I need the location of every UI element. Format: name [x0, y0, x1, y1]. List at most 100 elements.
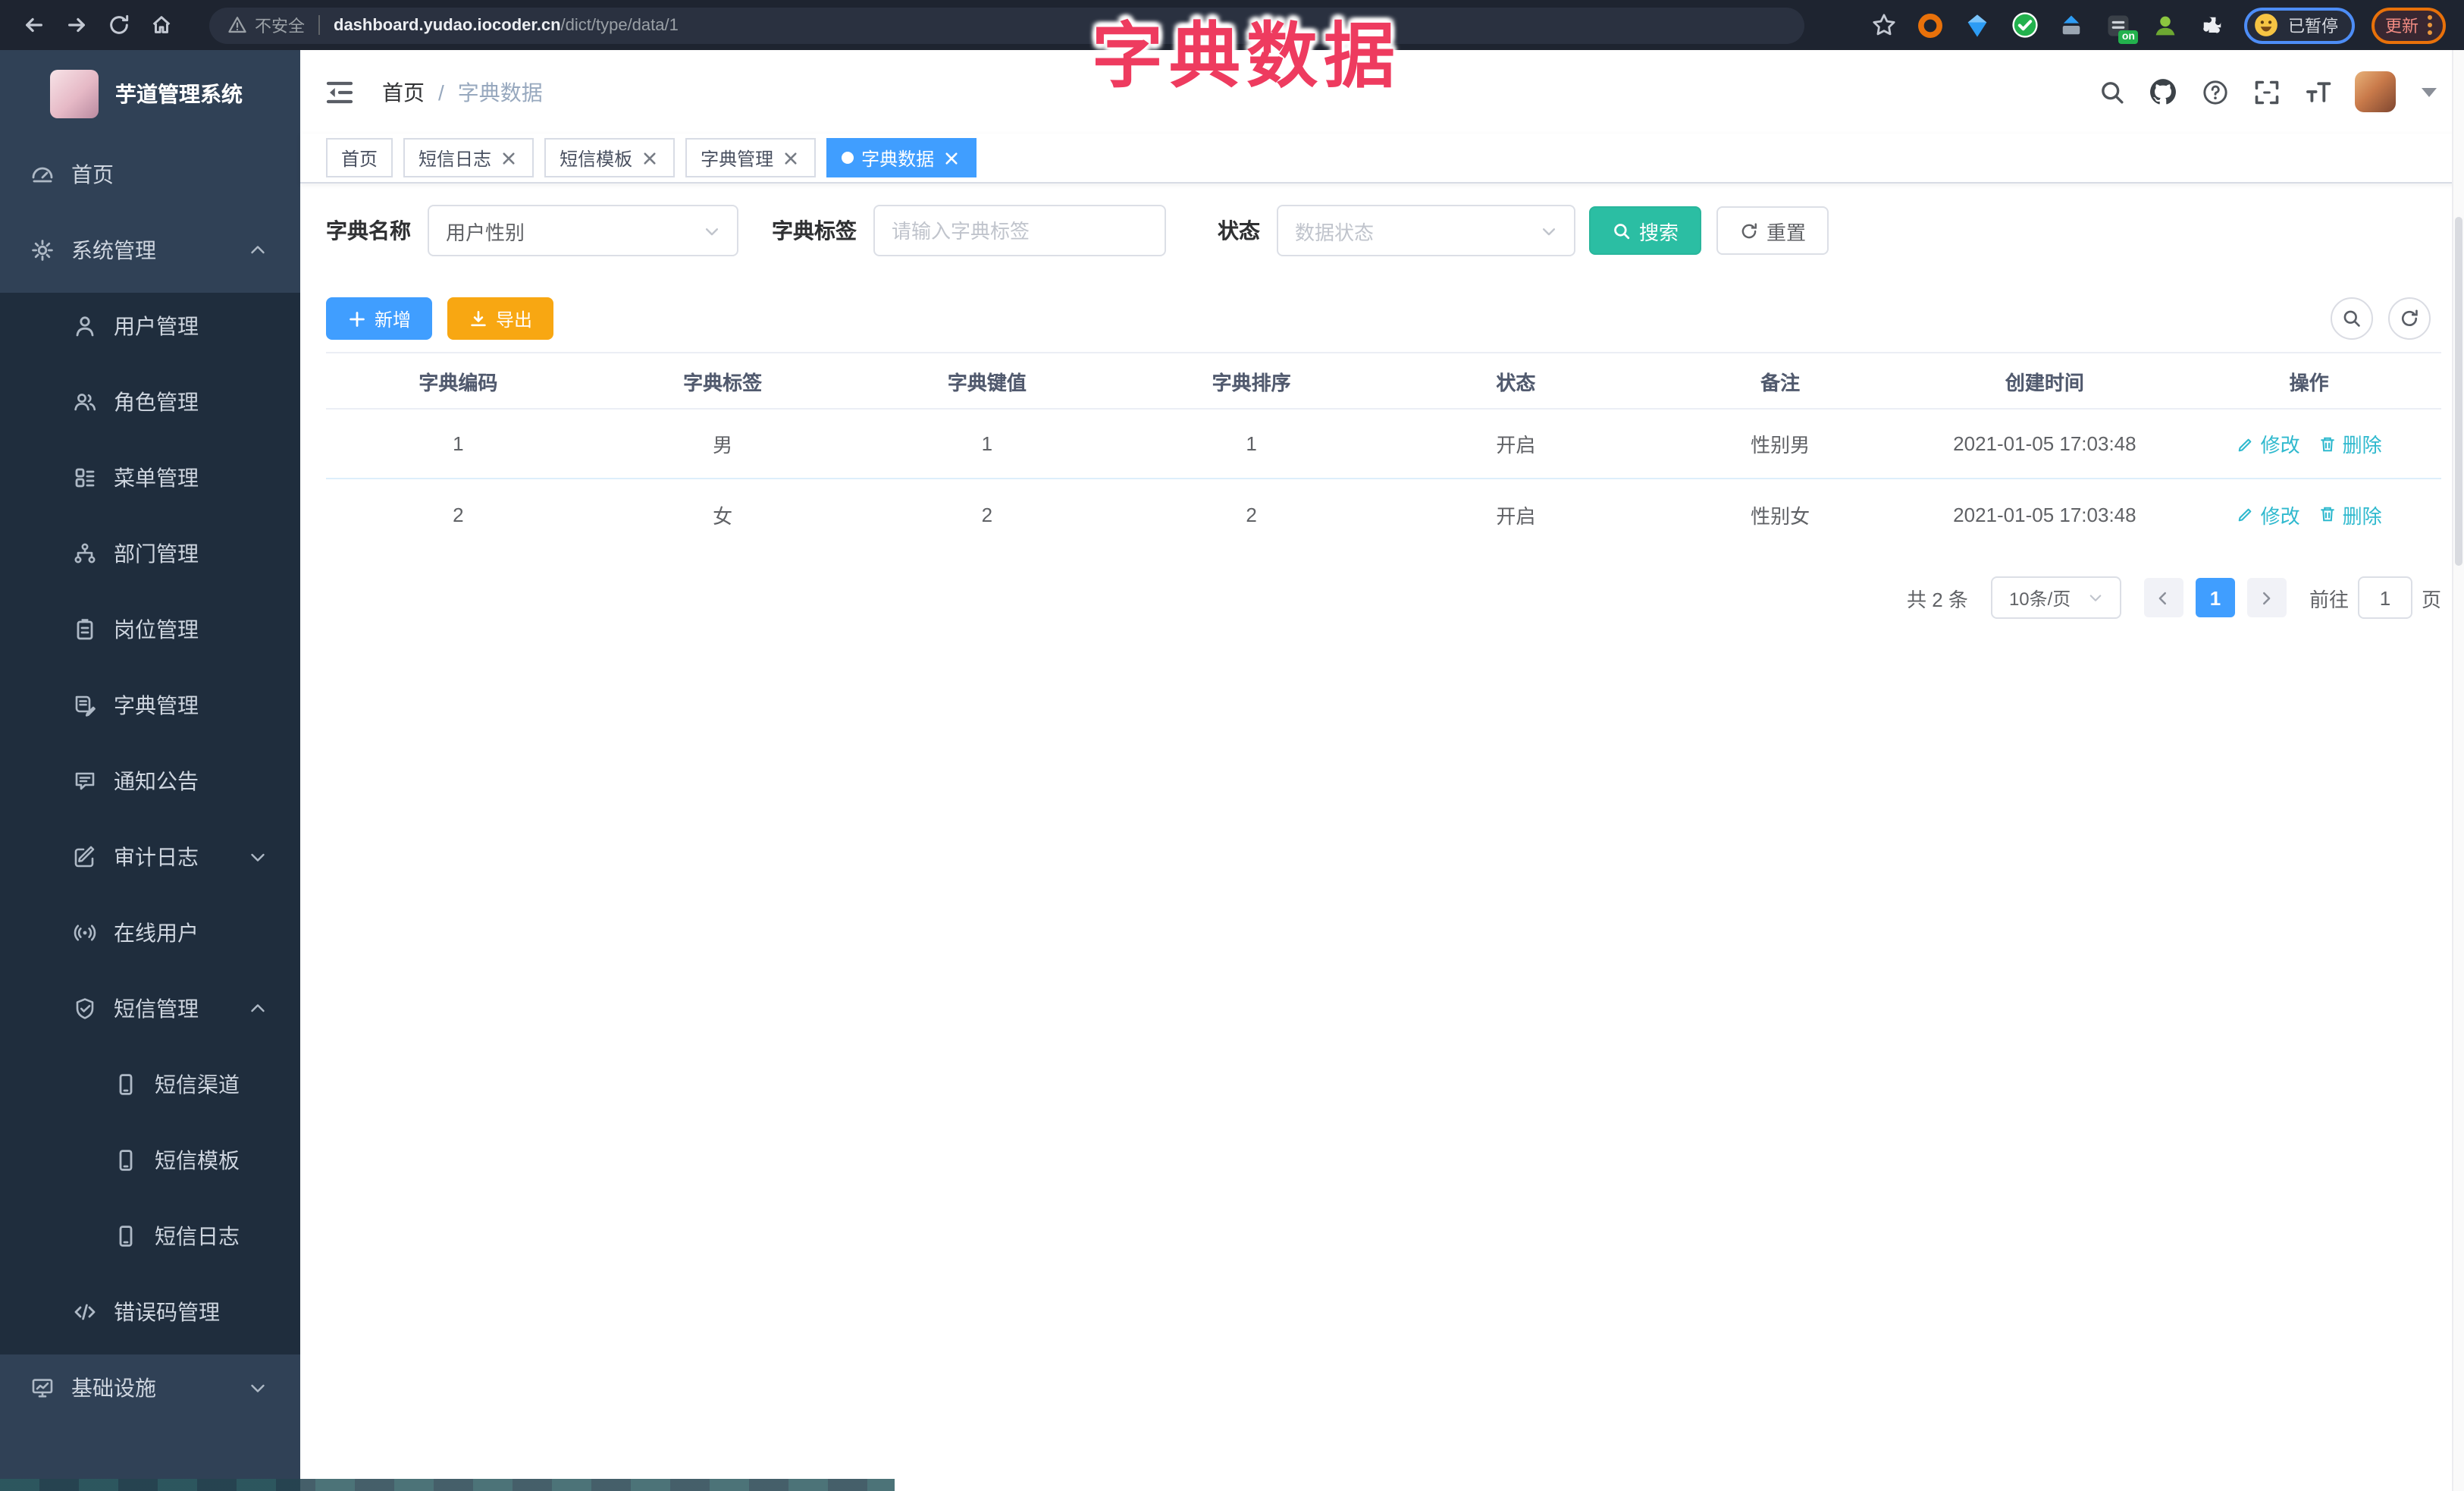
help-icon[interactable]: [2200, 77, 2229, 106]
sidebar-item-role-mgmt[interactable]: 角色管理: [0, 364, 300, 440]
message-icon: [73, 769, 97, 793]
extension-gem-icon[interactable]: [1962, 10, 1992, 40]
dict-label-input[interactable]: [873, 205, 1166, 256]
pencil-icon: [2238, 508, 2251, 522]
chevron-down-icon: [2088, 590, 2103, 605]
profile-status-label: 已暂停: [2288, 17, 2338, 36]
sidebar-item-audit-log[interactable]: 审计日志: [0, 819, 300, 895]
sidebar-item-dict-mgmt[interactable]: 字典管理: [0, 667, 300, 743]
fullscreen-icon[interactable]: [2252, 77, 2281, 106]
extension-avatar-icon[interactable]: [2150, 10, 2180, 40]
app-sidebar: 芋道管理系统 首页 系统管理 用户管理 角色管理 菜单管理 部门管理 岗位管理 …: [0, 50, 300, 1491]
user-avatar[interactable]: [2355, 71, 2396, 112]
search-button[interactable]: 搜索: [1589, 206, 1702, 255]
browser-reload-button[interactable]: [100, 7, 136, 43]
sidebar-item-sms-mgmt[interactable]: 短信管理: [0, 971, 300, 1047]
address-bar[interactable]: 不安全 dashboard.yudao.iocoder.cn /dict/typ…: [209, 7, 1804, 43]
close-icon[interactable]: [499, 148, 519, 168]
sidebar-item-online-users[interactable]: 在线用户: [0, 895, 300, 971]
tab-dict-data[interactable]: 字典数据: [826, 138, 977, 177]
browser-menu-kebab-icon[interactable]: [2428, 12, 2432, 38]
github-icon[interactable]: [2149, 77, 2177, 106]
emoji-avatar-icon: [2255, 14, 2277, 36]
star-icon: [1872, 14, 1895, 36]
col-dict-sort: 字典排序: [1119, 353, 1384, 410]
arrow-left-icon: [25, 17, 42, 33]
page-size-select[interactable]: 10条/页: [1990, 576, 2121, 619]
chevron-up-icon: [249, 241, 267, 259]
extension-orange-icon[interactable]: [1915, 10, 1945, 40]
refresh-button[interactable]: [2388, 297, 2431, 340]
add-button[interactable]: 新增: [326, 297, 433, 340]
extension-tampermonkey-icon[interactable]: on: [2103, 10, 2138, 43]
search-icon[interactable]: [2097, 77, 2126, 106]
dict-label-label: 字典标签: [772, 218, 857, 243]
tab-home[interactable]: 首页: [326, 138, 393, 177]
status-select[interactable]: 数据状态: [1277, 205, 1575, 256]
sidebar-item-sms-template[interactable]: 短信模板: [0, 1122, 300, 1198]
col-created: 创建时间: [1912, 353, 2177, 410]
close-icon[interactable]: [640, 148, 660, 168]
page-scrollbar[interactable]: [2452, 50, 2464, 1491]
sidebar-item-notice[interactable]: 通知公告: [0, 743, 300, 819]
prev-page-button[interactable]: [2143, 578, 2183, 617]
close-icon[interactable]: [942, 148, 961, 168]
shield-check-icon: [73, 997, 97, 1021]
edit-link[interactable]: 修改: [2237, 429, 2300, 458]
edit-link[interactable]: 修改: [2237, 500, 2300, 529]
browser-profile-chip[interactable]: 已暂停: [2244, 7, 2355, 43]
divider: [318, 15, 320, 35]
tab-sms-log[interactable]: 短信日志: [403, 138, 534, 177]
dict-name-select[interactable]: 用户性别: [428, 205, 738, 256]
phone-icon: [114, 1224, 138, 1248]
extension-adguard-icon[interactable]: [2009, 10, 2039, 40]
refresh-icon: [1741, 222, 1757, 238]
sidebar-item-sms-channel[interactable]: 短信渠道: [0, 1047, 300, 1122]
browser-update-button[interactable]: 更新: [2372, 7, 2446, 43]
sidebar-item-system-mgmt[interactable]: 系统管理: [0, 212, 300, 288]
avatar-dropdown-caret-icon[interactable]: [2422, 87, 2437, 96]
sidebar-item-user-mgmt[interactable]: 用户管理: [0, 288, 300, 364]
sidebar-item-error-code[interactable]: 错误码管理: [0, 1274, 300, 1350]
goto-page-input[interactable]: [2357, 576, 2412, 619]
browser-home-button[interactable]: [143, 7, 179, 43]
breadcrumb-current: 字典数据: [457, 80, 543, 104]
dict-data-table: 字典编码 字典标签 字典键值 字典排序 状态 备注 创建时间 操作 1 男 1 …: [326, 352, 2441, 549]
bookmark-star-icon[interactable]: [1868, 10, 1898, 40]
close-icon[interactable]: [781, 148, 801, 168]
blue-gem-icon: [1967, 14, 1987, 36]
extensions-puzzle-icon[interactable]: [2197, 10, 2227, 40]
reset-button[interactable]: 重置: [1716, 206, 1829, 255]
extension-stack-icon[interactable]: [2056, 10, 2086, 40]
delete-link[interactable]: 删除: [2318, 500, 2382, 529]
sidebar-item-post-mgmt[interactable]: 岗位管理: [0, 592, 300, 667]
browser-back-button[interactable]: [15, 7, 52, 43]
tab-sms-template[interactable]: 短信模板: [544, 138, 676, 177]
sidebar-item-menu-mgmt[interactable]: 菜单管理: [0, 440, 300, 516]
sidebar-item-sms-log[interactable]: 短信日志: [0, 1198, 300, 1274]
chevron-down-icon: [249, 848, 267, 866]
green-check-icon: [2011, 12, 2037, 38]
sidebar-item-dept-mgmt[interactable]: 部门管理: [0, 516, 300, 592]
puzzle-icon: [2203, 16, 2221, 33]
site-security[interactable]: 不安全: [227, 13, 305, 37]
toggle-search-button[interactable]: [2331, 297, 2373, 340]
next-page-button[interactable]: [2246, 578, 2287, 617]
code-icon: [73, 1300, 97, 1324]
page-number-1[interactable]: 1: [2195, 578, 2235, 617]
tab-dict-mgmt[interactable]: 字典管理: [685, 138, 817, 177]
sidebar-collapse-button[interactable]: [324, 77, 355, 107]
font-size-icon[interactable]: [2303, 77, 2332, 106]
sidebar-item-home[interactable]: 首页: [0, 137, 300, 212]
sidebar-logo-row[interactable]: 芋道管理系统: [0, 50, 300, 137]
scrollbar-thumb[interactable]: [2455, 217, 2462, 566]
sidebar-item-infrastructure[interactable]: 基础设施: [0, 1350, 300, 1426]
breadcrumb-home[interactable]: 首页: [382, 77, 425, 107]
search-icon: [2343, 310, 2360, 327]
delete-link[interactable]: 删除: [2318, 429, 2382, 458]
export-button[interactable]: 导出: [447, 297, 554, 340]
browser-forward-button[interactable]: [58, 7, 94, 43]
col-remark: 备注: [1647, 353, 1913, 410]
col-dict-code: 字典编码: [326, 353, 591, 410]
pagination-total: 共 2 条: [1907, 588, 1968, 611]
